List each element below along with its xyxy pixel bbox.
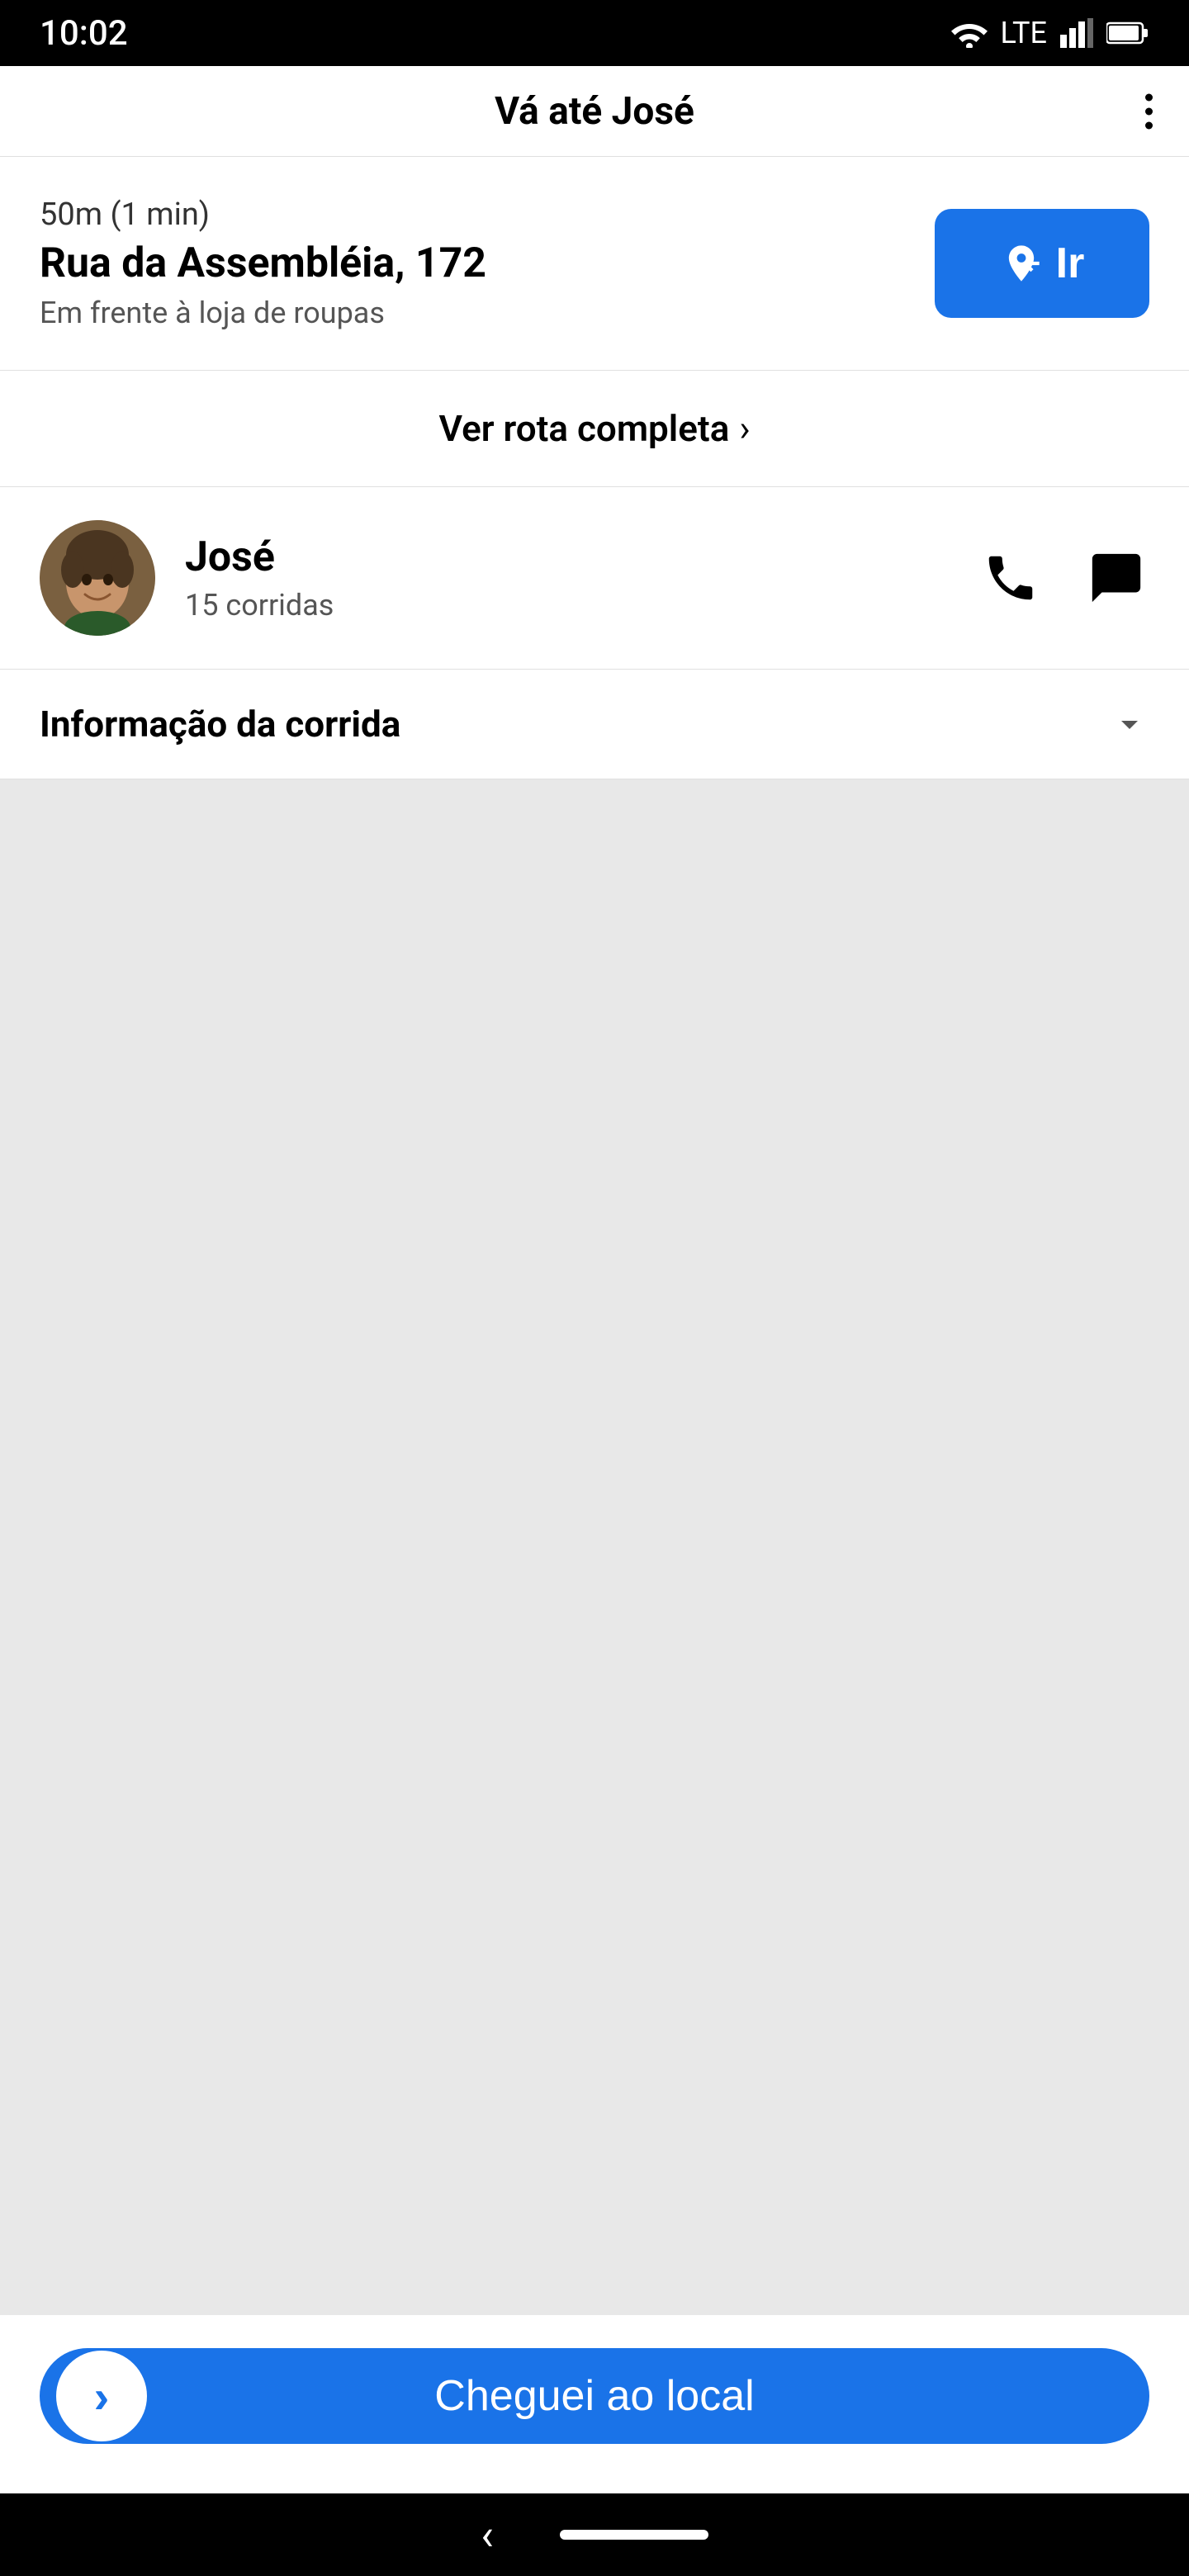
wifi-icon — [951, 18, 988, 48]
menu-dot — [1145, 107, 1153, 115]
info-section[interactable]: Informação da corrida — [0, 670, 1189, 779]
arrived-btn-circle-icon: › — [56, 2351, 147, 2441]
avatar-image — [40, 520, 155, 636]
lte-icon: LTE — [1001, 16, 1048, 50]
chat-button[interactable] — [1083, 545, 1149, 611]
address-section: 50m (1 min) Rua da Assembléia, 172 Em fr… — [0, 157, 1189, 371]
driver-section: José 15 corridas — [0, 487, 1189, 670]
chat-icon — [1087, 549, 1145, 607]
navigate-icon — [1000, 242, 1043, 285]
bottom-section: › Cheguei ao local — [0, 2315, 1189, 2493]
arrived-button[interactable]: › Cheguei ao local — [40, 2348, 1149, 2444]
route-link-text: Ver rota completa — [438, 407, 729, 450]
address-hint: Em frente à loja de roupas — [40, 296, 908, 330]
bottom-nav: ‹ — [0, 2493, 1189, 2576]
map-area — [0, 779, 1189, 2315]
address-info: 50m (1 min) Rua da Assembléia, 172 Em fr… — [40, 197, 935, 330]
arrived-button-label: Cheguei ao local — [79, 2371, 1110, 2421]
driver-name: José — [185, 533, 978, 581]
back-button[interactable]: ‹ — [481, 2510, 494, 2560]
address-street: Rua da Assembléia, 172 — [40, 239, 908, 287]
arrow-right-icon: › — [94, 2370, 110, 2423]
driver-actions — [978, 545, 1149, 611]
chevron-right-icon: › — [739, 407, 750, 450]
status-bar: 10:02 LTE — [0, 0, 1189, 66]
menu-dot — [1145, 121, 1153, 129]
go-button-label: Ir — [1056, 239, 1085, 288]
header-title: Vá até José — [495, 89, 694, 134]
status-time: 10:02 — [40, 13, 128, 54]
driver-info: José 15 corridas — [185, 533, 978, 623]
call-button[interactable] — [978, 545, 1044, 611]
info-section-title: Informação da corrida — [40, 703, 400, 746]
more-options-button[interactable] — [1145, 93, 1153, 129]
status-icons: LTE — [951, 16, 1150, 50]
header: Vá até José — [0, 66, 1189, 157]
home-indicator[interactable] — [560, 2530, 708, 2540]
address-distance: 50m (1 min) — [40, 197, 908, 233]
driver-avatar — [40, 520, 155, 636]
route-link[interactable]: Ver rota completa › — [0, 371, 1189, 487]
phone-screen: 10:02 LTE — [0, 0, 1189, 2576]
chevron-down-icon — [1110, 704, 1149, 744]
signal-icon — [1060, 18, 1093, 48]
go-button[interactable]: Ir — [935, 209, 1149, 318]
phone-icon — [982, 549, 1040, 607]
menu-dot — [1145, 93, 1153, 101]
battery-icon — [1106, 21, 1149, 45]
driver-rides: 15 corridas — [185, 588, 978, 623]
